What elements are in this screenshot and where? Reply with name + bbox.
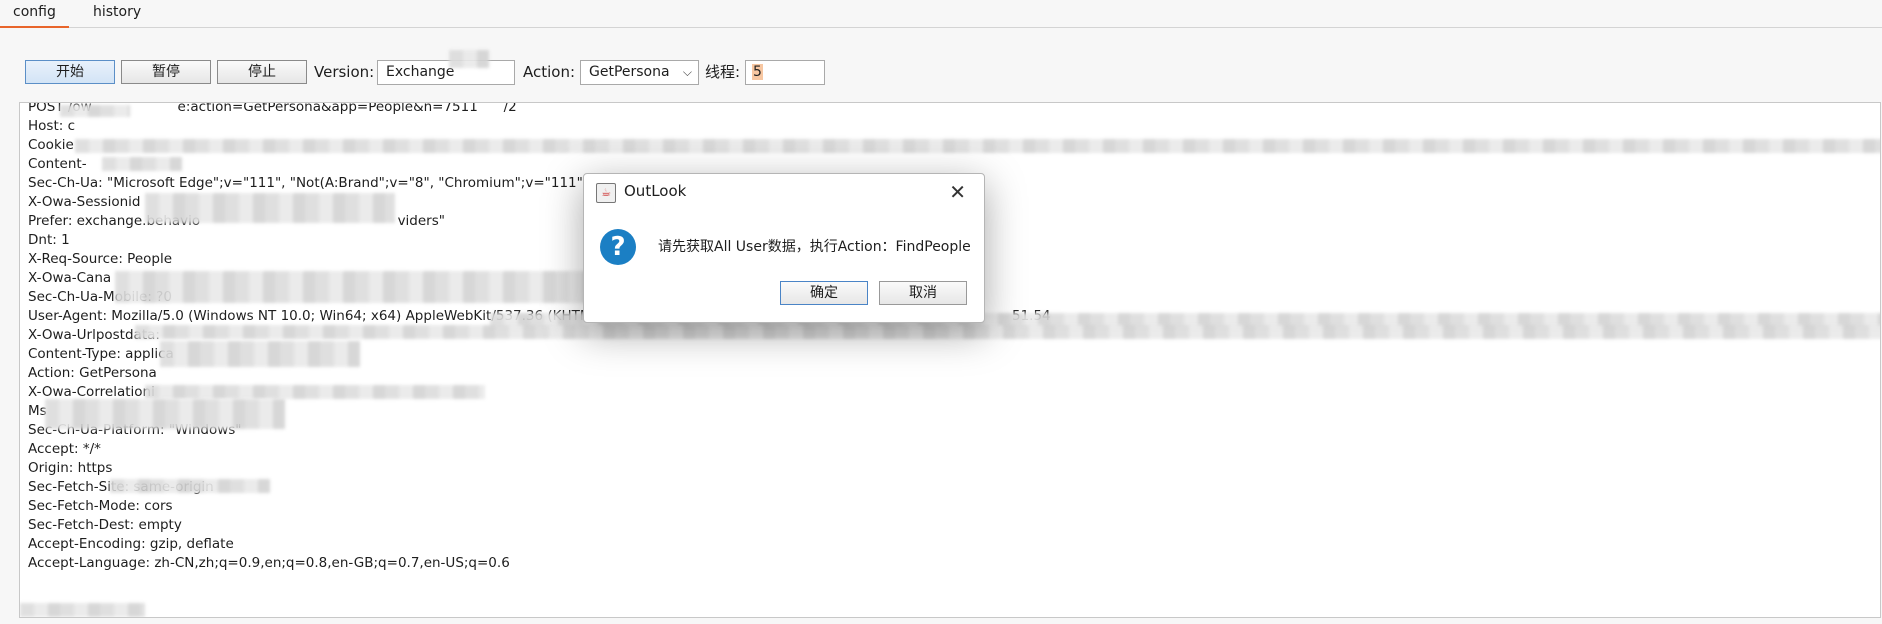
version-value: Exchange	[386, 64, 455, 80]
request-line: Ms	[28, 403, 47, 419]
tab-config[interactable]: config	[0, 0, 69, 28]
request-line: Accept-Encoding: gzip, deflate	[28, 536, 234, 552]
dialog-title: OutLook	[624, 182, 687, 200]
redaction-blur	[449, 50, 489, 68]
confirm-dialog: ☕ OutLook ✕ ? 请先获取All User数据，执行Action：Fi…	[583, 173, 985, 323]
stop-button[interactable]: 停止	[217, 60, 307, 84]
threads-label: 线程:	[705, 63, 741, 81]
chevron-down-icon: ⌵	[682, 65, 692, 79]
redaction-blur	[135, 325, 1880, 339]
redaction-blur	[145, 385, 485, 399]
tab-bar: config history	[0, 0, 1882, 28]
question-icon: ?	[600, 229, 636, 265]
request-line: Accept-Language: zh-CN,zh;q=0.9,en;q=0.8…	[28, 555, 510, 571]
version-select[interactable]: Exchange	[377, 60, 515, 85]
cancel-button[interactable]: 取消	[879, 281, 967, 305]
request-line: Cookie	[28, 137, 74, 153]
request-line: X-Owa-Sessionid	[28, 194, 141, 210]
redaction-blur	[115, 271, 615, 303]
redaction-blur	[102, 157, 182, 171]
redaction-blur	[160, 341, 360, 367]
action-select[interactable]: GetPersona ⌵	[580, 60, 699, 85]
java-app-icon: ☕	[596, 183, 616, 203]
start-button[interactable]: 开始	[25, 60, 115, 84]
action-value: GetPersona	[589, 64, 670, 80]
request-line: Accept: */*	[28, 441, 101, 457]
redaction-blur	[110, 479, 270, 493]
action-label: Action:	[523, 63, 576, 81]
request-line: Sec-Ch-Ua: "Microsoft Edge";v="111", "No…	[28, 175, 583, 191]
redaction-blur	[145, 193, 395, 223]
request-line: Sec-Fetch-Mode: cors	[28, 498, 173, 514]
ok-button[interactable]: 确定	[780, 281, 868, 305]
redaction-blur	[75, 139, 1880, 153]
request-line: X-Owa-Cana	[28, 270, 112, 286]
threads-value: 5	[752, 64, 763, 80]
request-line: Content-	[28, 156, 87, 172]
tab-history[interactable]: history	[80, 0, 154, 26]
request-line: Content-Type: applica	[28, 346, 174, 362]
redaction-blur	[45, 399, 285, 429]
request-line: Origin: https	[28, 460, 113, 476]
request-line: Dnt: 1	[28, 232, 70, 248]
request-line: Action: GetPersona	[28, 365, 157, 381]
request-line: X-Req-Source: People	[28, 251, 173, 267]
close-icon[interactable]: ✕	[949, 180, 966, 204]
redaction-blur	[60, 105, 130, 117]
pause-button[interactable]: 暂停	[121, 60, 211, 84]
dialog-message: 请先获取All User数据，执行Action：FindPeople	[658, 239, 971, 255]
redaction-blur	[20, 603, 145, 617]
version-label: Version:	[314, 63, 375, 81]
threads-input[interactable]: 5	[745, 60, 825, 85]
request-line: Host: c	[28, 118, 75, 134]
request-line: Sec-Fetch-Dest: empty	[28, 517, 182, 533]
